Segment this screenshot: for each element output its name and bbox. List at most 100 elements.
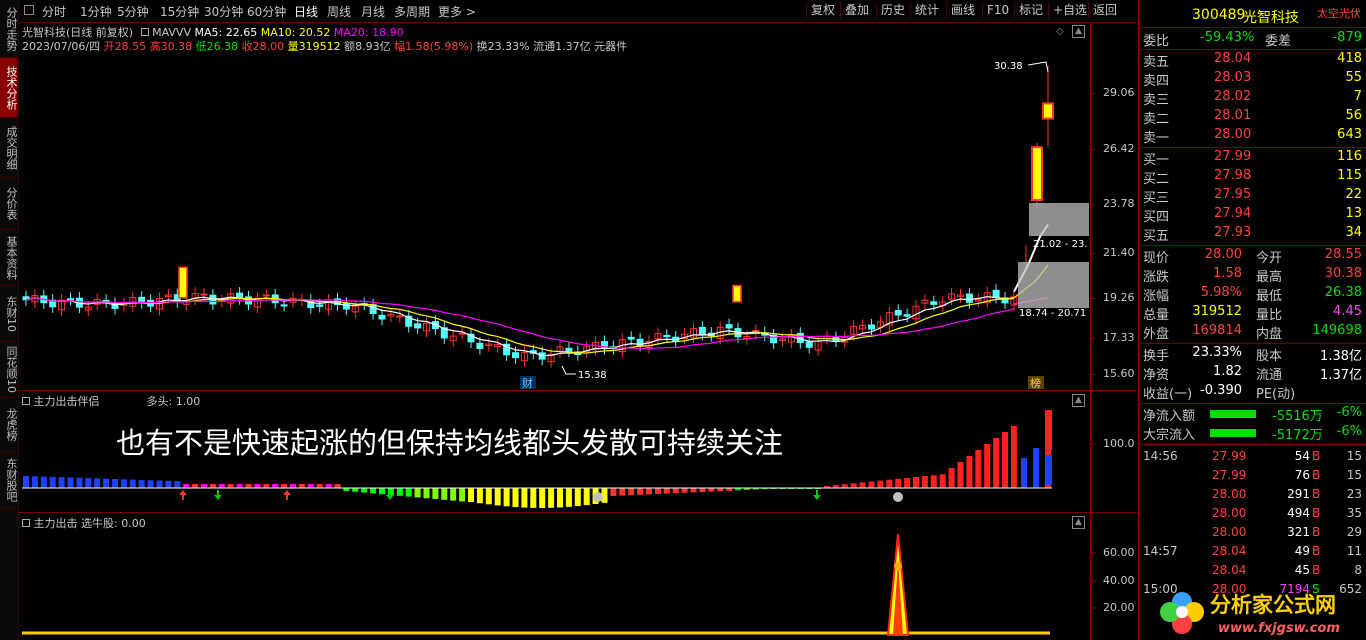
candle[interactable] <box>939 295 947 312</box>
indicator-bar <box>530 488 537 508</box>
candle[interactable] <box>467 328 475 348</box>
candle[interactable] <box>22 290 30 306</box>
indicator-bar <box>85 478 92 488</box>
ask-row[interactable]: 卖二 28.01 56 <box>1140 108 1366 127</box>
candle[interactable] <box>690 322 697 344</box>
candle[interactable] <box>49 294 57 313</box>
candle[interactable] <box>912 300 920 325</box>
candle[interactable] <box>520 346 528 367</box>
candle[interactable] <box>253 292 261 314</box>
candle[interactable] <box>823 330 831 345</box>
sub2-name[interactable]: 主力出击 <box>34 517 78 530</box>
candle[interactable] <box>921 294 929 310</box>
candle[interactable] <box>992 284 1000 304</box>
candle[interactable] <box>325 293 333 316</box>
candle[interactable] <box>503 338 511 361</box>
ask-row[interactable]: 卖三 28.02 7 <box>1140 89 1366 108</box>
axis-tick <box>1090 149 1095 150</box>
candle[interactable] <box>387 308 395 323</box>
range-box[interactable] <box>1018 262 1089 308</box>
candle[interactable] <box>556 340 564 358</box>
candle[interactable] <box>974 293 982 307</box>
ask-row[interactable]: 卖五 28.04 418 <box>1140 51 1366 70</box>
tick-row: 14:57 28.04 49 B 11 <box>1143 544 1362 558</box>
range-box-label: 18.74 - 20.71 <box>1019 308 1086 319</box>
candle[interactable] <box>236 287 244 305</box>
ma20-line <box>25 297 1015 350</box>
range-box[interactable] <box>1029 203 1089 236</box>
candle[interactable] <box>156 292 163 316</box>
indicator-bar <box>129 479 136 488</box>
bid-row[interactable]: 买三 27.95 22 <box>1140 187 1366 206</box>
candle[interactable] <box>957 288 964 303</box>
pane-up-icon[interactable]: ▲ <box>1072 394 1085 407</box>
candle[interactable] <box>663 329 671 343</box>
sector-tag[interactable]: 太空光伏 <box>1317 5 1361 21</box>
candle[interactable] <box>111 297 119 315</box>
candle[interactable] <box>351 300 359 319</box>
rally-candle[interactable] <box>1042 102 1054 120</box>
candle[interactable] <box>654 327 662 345</box>
candle[interactable] <box>102 294 110 308</box>
sub1-name[interactable]: 主力出击伴侣 <box>34 395 100 408</box>
candle[interactable] <box>876 315 884 334</box>
buy-arrow-icon <box>179 490 187 500</box>
indicator-bar <box>201 484 207 488</box>
indicator-bar <box>307 484 314 488</box>
indicator-bar <box>325 484 332 488</box>
flow-bar <box>1210 410 1256 418</box>
candle[interactable] <box>1010 290 1018 312</box>
candle[interactable] <box>885 306 893 331</box>
candle[interactable] <box>307 293 315 314</box>
indicator-bar <box>254 484 261 488</box>
bid-row[interactable]: 买一 27.99 116 <box>1140 149 1366 168</box>
candle[interactable] <box>191 287 199 305</box>
rally-candle[interactable] <box>1031 146 1043 202</box>
candle[interactable] <box>449 329 457 347</box>
candle[interactable] <box>58 294 66 316</box>
tick-row: 28.00 494 B 35 <box>1212 506 1362 520</box>
indicator-bar <box>646 488 652 495</box>
candle[interactable] <box>396 309 404 323</box>
candle[interactable] <box>67 292 74 306</box>
candle[interactable] <box>770 329 778 349</box>
candle[interactable] <box>805 335 813 354</box>
bid-row[interactable]: 买五 27.93 34 <box>1140 225 1366 244</box>
candle[interactable] <box>787 328 795 349</box>
candle[interactable] <box>868 318 875 336</box>
axis-tick <box>1090 338 1095 339</box>
candle[interactable] <box>423 317 430 338</box>
candle[interactable] <box>138 291 146 309</box>
limit-up-candle[interactable] <box>178 266 188 299</box>
candle[interactable] <box>894 304 902 322</box>
axis-tick <box>1090 374 1095 375</box>
candle[interactable] <box>440 321 448 345</box>
price-axis-label: 26.42 <box>1103 142 1135 155</box>
limit-up-candle[interactable] <box>732 284 742 303</box>
candle[interactable] <box>405 310 413 333</box>
candle[interactable] <box>494 338 502 353</box>
settings-icon[interactable] <box>22 397 30 405</box>
indicator-bar <box>966 456 973 488</box>
pane-up-icon[interactable]: ▲ <box>1072 516 1085 529</box>
ask-row[interactable]: 卖一 28.00 643 <box>1140 127 1366 146</box>
candle[interactable] <box>583 340 591 358</box>
sub2-axis-label: 60.00 <box>1103 546 1135 559</box>
bid-row[interactable]: 买二 27.98 115 <box>1140 168 1366 187</box>
candle[interactable] <box>645 335 653 354</box>
flower-logo-icon <box>1160 592 1204 634</box>
bid-row[interactable]: 买四 27.94 13 <box>1140 206 1366 225</box>
price-axis-label: 29.06 <box>1103 86 1135 99</box>
candle[interactable] <box>903 308 911 323</box>
settings-icon[interactable] <box>22 519 30 527</box>
kline-chart[interactable]: 21.02 - 23. 18.74 - 20.71 30.38 15.38 财 榜 <box>0 0 1138 640</box>
candle[interactable] <box>565 342 573 357</box>
indicator-bar <box>218 484 225 488</box>
indicator-bar <box>379 488 385 495</box>
candle[interactable] <box>1001 291 1009 309</box>
indicator-bar <box>227 484 234 488</box>
indicator-bar <box>352 488 359 492</box>
weibi-row: 委比 -59.43% 委差 -879 <box>1143 30 1362 49</box>
ask-row[interactable]: 卖四 28.03 55 <box>1140 70 1366 89</box>
candle[interactable] <box>378 309 386 326</box>
